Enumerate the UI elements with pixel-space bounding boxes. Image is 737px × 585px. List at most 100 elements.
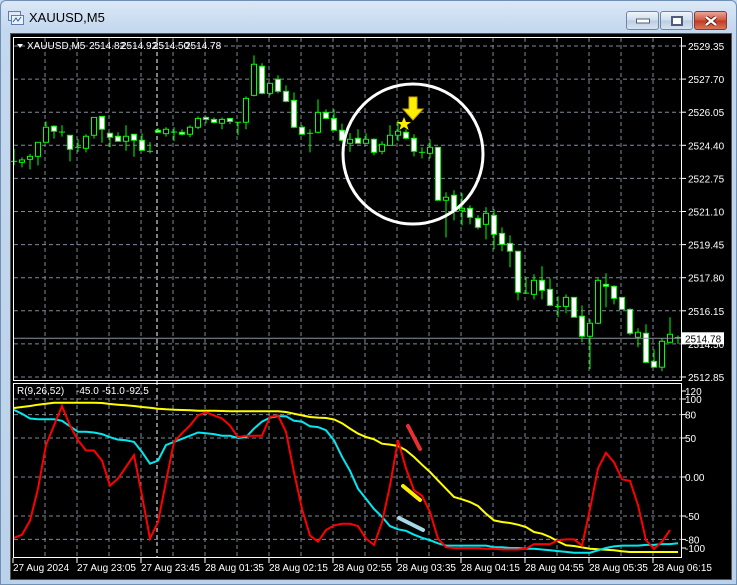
candle-body-bear: [579, 315, 585, 337]
current-price-label: 2514.78: [685, 334, 722, 345]
candle-body-bull: [163, 128, 169, 135]
candle: [403, 129, 409, 140]
candle: [299, 125, 305, 136]
price-axis-label: 2522.75: [688, 174, 725, 185]
candle-body-bull: [531, 279, 537, 295]
candle: [451, 190, 457, 221]
price-axis-label: 2527.70: [688, 75, 725, 86]
indicator-plot-frame: [13, 383, 682, 558]
candle: [483, 207, 489, 240]
candle-body-bear: [411, 137, 417, 152]
candle: [539, 266, 545, 300]
candle-body-bull: [251, 63, 257, 96]
restore-icon: [670, 15, 683, 26]
star-icon: [397, 117, 411, 130]
candle: [259, 63, 265, 95]
candle-body-bear: [403, 131, 409, 139]
time-axis-label: 28 Aug 01:35: [205, 563, 264, 574]
candle: [67, 134, 73, 162]
candle: [427, 139, 433, 159]
candle-body-bear: [603, 283, 609, 287]
time-axis-label: 27 Aug 23:05: [77, 563, 136, 574]
annotation-lightblue-stroke: [397, 516, 425, 532]
candle-body-bear: [99, 115, 105, 130]
candle-body-bear: [275, 78, 281, 92]
candle: [59, 125, 65, 137]
candle: [139, 133, 145, 151]
candle: [195, 116, 201, 130]
candle: [323, 109, 329, 119]
candle-body-bull: [83, 135, 89, 149]
candle-body-bear: [619, 296, 625, 310]
candle-body-bull: [43, 126, 49, 143]
candle: [291, 92, 297, 129]
candle-body-bull: [635, 331, 641, 338]
price-axis-label: 2521.10: [688, 208, 725, 219]
candle-body-bull: [483, 212, 489, 225]
candle-body-bear: [323, 111, 329, 119]
candle: [595, 278, 601, 325]
candle-body-bull: [459, 207, 465, 211]
minimize-button[interactable]: [626, 11, 659, 30]
candle-body-bull: [315, 111, 321, 133]
time-axis-label: 28 Aug 03:35: [397, 563, 456, 574]
time-axis-label: 27 Aug 23:45: [141, 563, 200, 574]
candle: [19, 157, 25, 168]
candle-body-bull: [387, 134, 393, 146]
indicator-axis-label: -50: [685, 512, 700, 523]
candle: [83, 134, 89, 153]
indicator-value-2: -51.0: [102, 386, 125, 397]
candle: [379, 141, 385, 155]
indicator-line-red: [13, 403, 671, 551]
candle: [235, 121, 241, 136]
close-icon: [704, 15, 717, 26]
candle: [43, 121, 49, 143]
candle: [467, 205, 473, 225]
candle-body-bear: [435, 146, 441, 201]
candle: [619, 296, 625, 310]
time-axis-label: 28 Aug 04:15: [461, 563, 520, 574]
candle: [203, 116, 209, 124]
price-axis-label: 2516.15: [688, 307, 725, 318]
price-axis-label: 2524.40: [688, 141, 725, 152]
candle-body-bear: [571, 296, 577, 318]
candle-body-bull: [443, 196, 449, 201]
candle: [91, 116, 97, 139]
candle: [643, 324, 649, 363]
candle: [387, 125, 393, 146]
candle: [267, 82, 273, 96]
candle-body-bear: [539, 279, 545, 291]
candle-body-bear: [611, 285, 617, 299]
candle-body-bear: [475, 217, 481, 228]
candle: [347, 133, 353, 152]
candle: [363, 133, 369, 144]
candle-body-bear: [331, 117, 337, 131]
candle-body-bear: [651, 360, 657, 368]
candle-body-bear: [67, 134, 73, 150]
candle-body-bear: [155, 129, 161, 133]
candle-body-bull: [267, 82, 273, 94]
price-chart[interactable]: 2529.35 2527.70 2526.05 2524.40 2522.75 2521.…: [11, 34, 731, 579]
chart-area[interactable]: 2529.35 2527.70 2526.05 2524.40 2522.75 2521.…: [10, 33, 732, 580]
time-axis-label: 28 Aug 05:35: [589, 563, 648, 574]
candle: [651, 349, 657, 368]
candle-body-bull: [427, 146, 433, 154]
indicator-axis-label: 50: [685, 434, 697, 445]
indicator-name: R(9,26,52): [17, 386, 64, 397]
candle: [411, 134, 417, 157]
candle-body-bear: [51, 125, 57, 132]
candle: [187, 125, 193, 138]
candle-body-bear: [507, 242, 513, 252]
arrow-down-icon: [401, 96, 425, 121]
candle-body-bear: [355, 137, 361, 144]
candle-body-bear: [131, 133, 137, 141]
candle-body-bear: [139, 139, 145, 151]
close-button[interactable]: [694, 11, 727, 30]
candle-body-bear: [627, 308, 633, 334]
candle-body-bear: [115, 135, 121, 142]
candle: [307, 129, 313, 153]
candle: [99, 115, 105, 143]
symbol-label: XAUUSD,M5: [27, 41, 86, 52]
maximize-button[interactable]: [660, 11, 693, 30]
price-axis-label: 2519.45: [688, 241, 725, 252]
